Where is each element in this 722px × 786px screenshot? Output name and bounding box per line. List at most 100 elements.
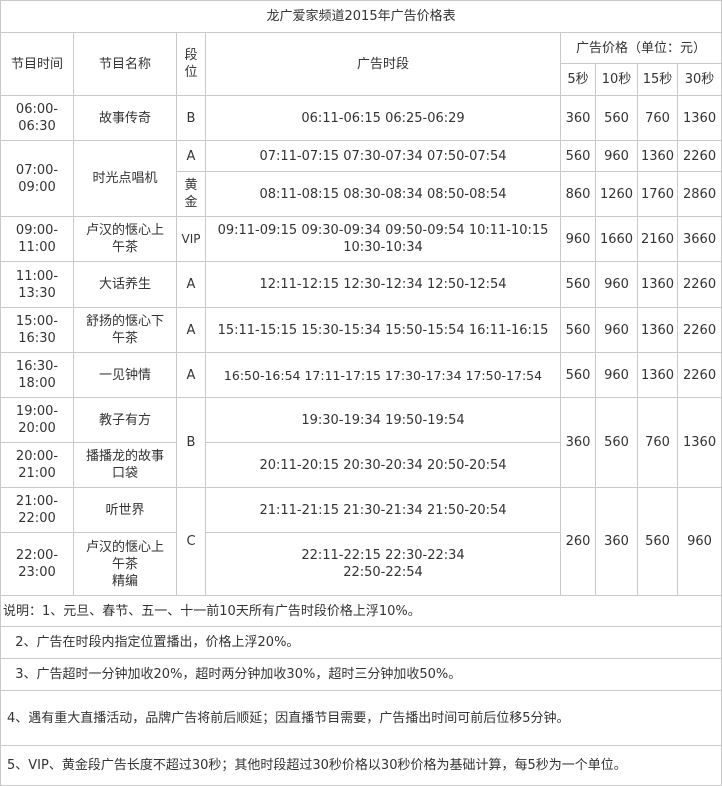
note-3: 3、广告超时一分钟加收20%，超时两分钟加收30%，超时三分钟加收50%。 bbox=[0, 658, 722, 691]
cell-time: 07:00- 09:00 bbox=[0, 140, 74, 217]
cell-time: 11:00- 13:30 bbox=[0, 261, 74, 308]
cell-price-15s: 1360 bbox=[637, 352, 678, 398]
cell-time: 15:00- 16:30 bbox=[0, 307, 74, 353]
cell-price-10s: 960 bbox=[595, 352, 638, 398]
note-4: 4、遇有重大直播活动，品牌广告将前后顺延；因直播节目需要，广告播出时间可前后位移… bbox=[0, 690, 722, 746]
cell-name: 卢汉的惬心上 午茶 精编 bbox=[73, 532, 177, 596]
cell-slots: 21:11-21:15 21:30-21:34 21:50-20:54 bbox=[205, 487, 561, 533]
note-1: 说明：1、元旦、春节、五一、十一前10天所有广告时段价格上浮10%。 bbox=[0, 595, 722, 627]
cell-name: 舒扬的惬心下 午茶 bbox=[73, 307, 177, 353]
cell-time: 06:00- 06:30 bbox=[0, 95, 74, 141]
cell-price-30s: 2260 bbox=[676, 261, 722, 308]
table-row: 11:00- 13:30 大话养生 A 12:11-12:15 12:30-12… bbox=[0, 261, 722, 308]
cell-price-15s: 1760 bbox=[637, 171, 678, 217]
cell-slots: 12:11-12:15 12:30-12:34 12:50-12:54 bbox=[205, 261, 561, 308]
cell-slots: 22:11-22:15 22:30-22:34 22:50-22:54 bbox=[205, 532, 561, 596]
cell-name: 卢汉的惬心上 午茶 bbox=[73, 216, 177, 262]
table-row: 21:00- 22:00 听世界 C 21:11-21:15 21:30-21:… bbox=[0, 487, 722, 596]
cell-price-10s: 1260 bbox=[595, 171, 638, 217]
cell-name: 听世界 bbox=[73, 487, 177, 533]
cell-price-30s: 2260 bbox=[676, 307, 722, 353]
header-5s: 5秒 bbox=[560, 63, 596, 96]
cell-name: 大话养生 bbox=[73, 261, 177, 308]
cell-price-15s: 1360 bbox=[637, 140, 678, 172]
cell-name: 一见钟情 bbox=[73, 352, 177, 398]
note-2: 2、广告在时段内指定位置播出，价格上浮20%。 bbox=[0, 626, 722, 659]
header-15s: 15秒 bbox=[637, 63, 678, 96]
cell-grade: 黄 金 bbox=[176, 171, 206, 217]
header-grade: 段位 bbox=[176, 32, 206, 96]
cell-price-30s: 2260 bbox=[676, 352, 722, 398]
cell-price-15s: 2160 bbox=[637, 216, 678, 262]
cell-name: 故事传奇 bbox=[73, 95, 177, 141]
cell-price-30s: 960 bbox=[676, 487, 722, 596]
cell-slots: 08:11-08:15 08:30-08:34 08:50-08:54 bbox=[205, 171, 561, 217]
cell-time: 22:00- 23:00 bbox=[0, 532, 74, 596]
cell-price-15s: 1360 bbox=[637, 261, 678, 308]
cell-grade: A bbox=[176, 140, 206, 172]
header-slots: 广告时段 bbox=[205, 32, 561, 96]
cell-name: 教子有方 bbox=[73, 397, 177, 443]
cell-slots: 20:11-20:15 20:30-20:34 20:50-20:54 bbox=[205, 442, 561, 488]
header-price: 广告价格（单位：元） bbox=[559, 32, 722, 64]
cell-price-10s: 960 bbox=[595, 307, 638, 353]
table-row: 15:00- 16:30 舒扬的惬心下 午茶 A 15:11-15:15 15:… bbox=[0, 307, 722, 353]
cell-slots: 16:50-16:54 17:11-17:15 17:30-17:34 17:5… bbox=[205, 352, 561, 398]
cell-price-10s: 960 bbox=[595, 261, 638, 308]
table-row: 06:00- 06:30 故事传奇 B 06:11-06:15 06:25-06… bbox=[0, 95, 722, 141]
cell-grade: A bbox=[176, 307, 206, 353]
cell-price-5s: 360 bbox=[560, 397, 596, 488]
cell-price-5s: 560 bbox=[560, 307, 596, 353]
header-10s: 10秒 bbox=[595, 63, 638, 96]
table-row: 09:00- 11:00 卢汉的惬心上 午茶 VIP 09:11-09:15 0… bbox=[0, 216, 722, 262]
table-title: 龙广爱家频道2015年广告价格表 bbox=[0, 0, 722, 33]
cell-price-10s: 360 bbox=[595, 487, 638, 596]
cell-grade: VIP bbox=[176, 216, 206, 262]
cell-price-5s: 560 bbox=[560, 352, 596, 398]
cell-time: 16:30- 18:00 bbox=[0, 352, 74, 398]
cell-slots: 07:11-07:15 07:30-07:34 07:50-07:54 bbox=[205, 140, 561, 172]
cell-price-30s: 2260 bbox=[676, 140, 722, 172]
cell-price-15s: 560 bbox=[637, 487, 678, 596]
cell-price-5s: 560 bbox=[560, 140, 596, 172]
header-30s: 30秒 bbox=[676, 63, 722, 96]
cell-slots: 09:11-09:15 09:30-09:34 09:50-09:54 10:1… bbox=[205, 216, 561, 262]
cell-price-5s: 860 bbox=[560, 171, 596, 217]
cell-price-10s: 960 bbox=[595, 140, 638, 172]
cell-price-10s: 1660 bbox=[595, 216, 638, 262]
note-5: 5、VIP、黄金段广告长度不超过30秒；其他时段超过30秒价格以30秒价格为基础… bbox=[0, 745, 722, 786]
header-name: 节目名称 bbox=[73, 32, 177, 96]
cell-time: 09:00- 11:00 bbox=[0, 216, 74, 262]
cell-slots: 15:11-15:15 15:30-15:34 15:50-15:54 16:1… bbox=[205, 307, 561, 353]
cell-price-10s: 560 bbox=[595, 95, 638, 141]
cell-grade: B bbox=[176, 397, 206, 488]
cell-time: 19:00- 20:00 bbox=[0, 397, 74, 443]
cell-price-30s: 1360 bbox=[676, 95, 722, 141]
cell-grade: A bbox=[176, 352, 206, 398]
table-row: 16:30- 18:00 一见钟情 A 16:50-16:54 17:11-17… bbox=[0, 352, 722, 398]
cell-name: 时光点唱机 bbox=[73, 140, 177, 217]
header-time: 节目时间 bbox=[0, 32, 74, 96]
cell-price-30s: 2860 bbox=[676, 171, 722, 217]
cell-grade: A bbox=[176, 261, 206, 308]
cell-name: 播播龙的故事 口袋 bbox=[73, 442, 177, 488]
cell-price-15s: 760 bbox=[637, 397, 678, 488]
cell-time: 21:00- 22:00 bbox=[0, 487, 74, 533]
cell-price-30s: 1360 bbox=[676, 397, 722, 488]
cell-price-15s: 1360 bbox=[637, 307, 678, 353]
cell-price-15s: 760 bbox=[637, 95, 678, 141]
table-row: 19:00- 20:00 教子有方 B 19:30-19:34 19:50-19… bbox=[0, 397, 722, 488]
cell-time: 20:00- 21:00 bbox=[0, 442, 74, 488]
table-row: 07:00- 09:00 时光点唱机 A 07:11-07:15 07:30-0… bbox=[0, 140, 722, 217]
cell-grade: C bbox=[176, 487, 206, 596]
cell-grade: B bbox=[176, 95, 206, 141]
cell-price-5s: 260 bbox=[560, 487, 596, 596]
cell-price-5s: 360 bbox=[560, 95, 596, 141]
price-table: 龙广爱家频道2015年广告价格表 节目时间 节目名称 段位 广告时段 广告价格（… bbox=[0, 0, 722, 786]
cell-price-30s: 3660 bbox=[676, 216, 722, 262]
cell-price-5s: 560 bbox=[560, 261, 596, 308]
cell-price-10s: 560 bbox=[595, 397, 638, 488]
cell-slots: 06:11-06:15 06:25-06:29 bbox=[205, 95, 561, 141]
cell-slots: 19:30-19:34 19:50-19:54 bbox=[205, 397, 561, 443]
cell-price-5s: 960 bbox=[560, 216, 596, 262]
